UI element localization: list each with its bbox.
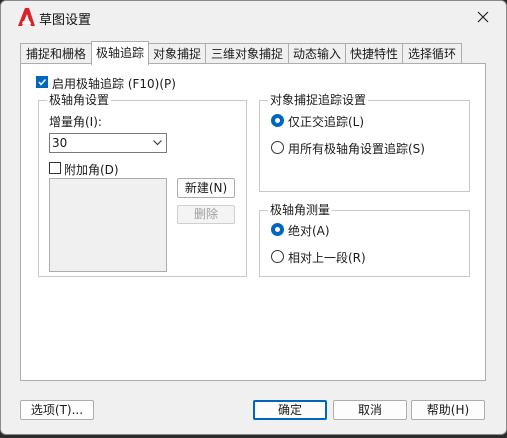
close-icon <box>477 11 489 23</box>
increment-angle-label: 增量角(I): <box>49 115 102 129</box>
additional-angles-list[interactable] <box>49 178 167 272</box>
autocad-logo-icon <box>18 8 35 26</box>
title-bar: 草图设置 <box>1 1 506 33</box>
increment-angle-dropdown[interactable]: 30 <box>49 133 167 153</box>
dialog-footer: 选项(T)... 确定 取消 帮助(H) <box>1 393 506 433</box>
close-button[interactable] <box>460 1 506 33</box>
chevron-down-icon <box>153 134 162 152</box>
help-button[interactable]: 帮助(H) <box>411 400 485 420</box>
tab-selection-cycling[interactable]: 选择循环 <box>402 43 462 63</box>
window-title: 草图设置 <box>39 13 92 28</box>
ok-button[interactable]: 确定 <box>253 400 327 420</box>
additional-angles-label: 附加角(D) <box>64 163 119 177</box>
polar-angle-measurement-title: 极轴角测量 <box>268 203 333 217</box>
increment-angle-value: 30 <box>52 136 68 150</box>
orthogonal-only-label: 仅正交追踪(L) <box>288 115 365 129</box>
enable-polar-tracking-label: 启用极轴追踪 (F10)(P) <box>52 77 176 91</box>
absolute-radio[interactable] <box>271 223 284 236</box>
relative-to-last-segment-label: 相对上一段(R) <box>288 251 366 265</box>
orthogonal-only-radio[interactable] <box>271 114 284 127</box>
enable-polar-tracking-checkbox[interactable] <box>36 76 48 88</box>
polar-angle-settings-group: 极轴角设置 增量角(I): 30 附加角(D) 新建(N) 删除 <box>38 93 247 277</box>
polar-tracking-panel: 启用极轴追踪 (F10)(P) 极轴角设置 增量角(I): 30 附加角(D) … <box>20 63 486 381</box>
tab-polar-tracking[interactable]: 极轴追踪 <box>91 41 149 65</box>
tab-quick-properties[interactable]: 快捷特性 <box>345 43 403 63</box>
tab-snap-and-grid[interactable]: 捕捉和栅格 <box>20 43 92 63</box>
options-button[interactable]: 选项(T)... <box>20 400 94 420</box>
additional-angles-checkbox[interactable] <box>49 162 61 174</box>
tab-3d-object-snap[interactable]: 三维对象捕捉 <box>205 43 289 63</box>
all-polar-angles-radio[interactable] <box>271 141 284 154</box>
cancel-button[interactable]: 取消 <box>333 400 407 420</box>
absolute-label: 绝对(A) <box>288 224 330 238</box>
tab-object-snap[interactable]: 对象捕捉 <box>148 43 206 63</box>
checkmark-icon <box>38 78 47 86</box>
delete-angle-button[interactable]: 删除 <box>177 205 235 224</box>
polar-angle-settings-title: 极轴角设置 <box>47 93 112 107</box>
object-snap-tracking-group: 对象捕捉追踪设置 仅正交追踪(L) 用所有极轴角设置追踪(S) <box>259 93 470 192</box>
drafting-settings-dialog: 草图设置 捕捉和栅格 极轴追踪 对象捕捉 三维对象捕捉 动态输入 快捷特性 选择… <box>0 0 507 435</box>
object-snap-tracking-title: 对象捕捉追踪设置 <box>268 93 369 107</box>
relative-to-last-segment-radio[interactable] <box>271 250 284 263</box>
tab-dynamic-input[interactable]: 动态输入 <box>288 43 346 63</box>
new-angle-button[interactable]: 新建(N) <box>177 178 235 198</box>
polar-angle-measurement-group: 极轴角测量 绝对(A) 相对上一段(R) <box>259 203 470 277</box>
all-polar-angles-label: 用所有极轴角设置追踪(S) <box>288 142 425 156</box>
